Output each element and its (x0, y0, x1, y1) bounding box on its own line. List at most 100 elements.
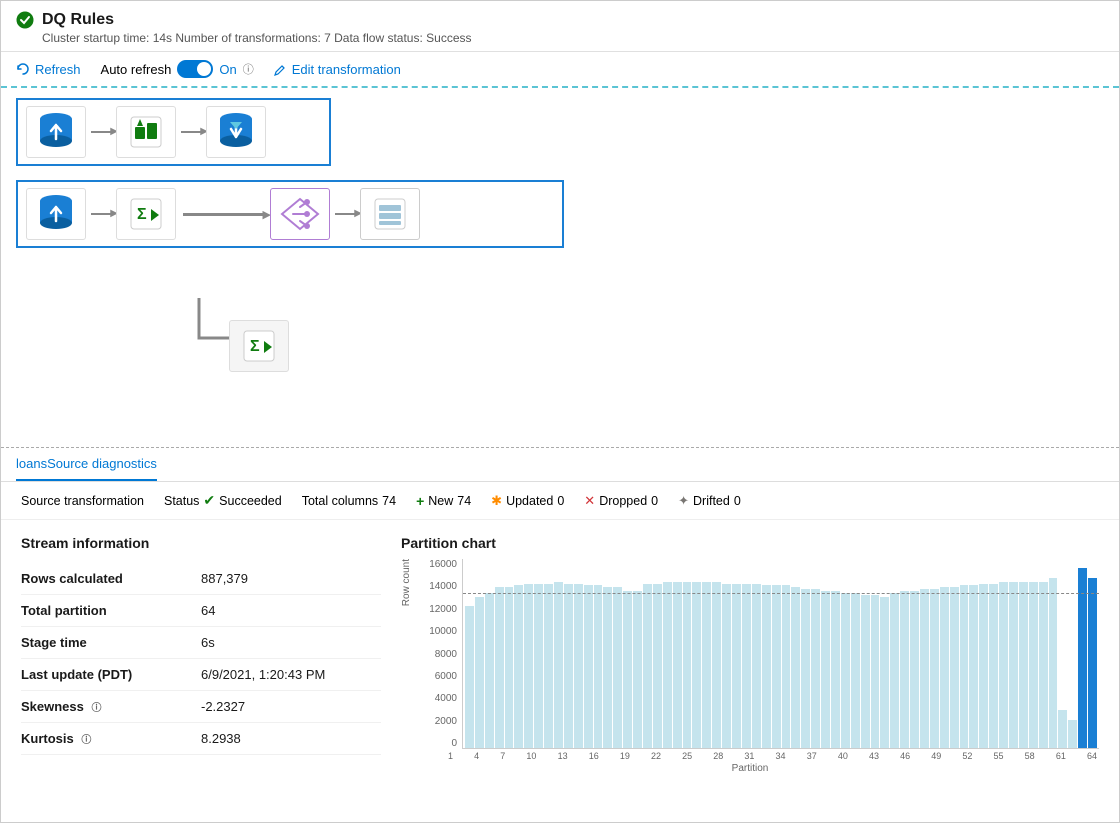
status-value: Succeeded (219, 494, 282, 508)
bar-11 (564, 584, 573, 748)
transform-node-icon (123, 109, 169, 155)
auto-refresh-toggle[interactable] (177, 60, 213, 78)
new-item: + New 74 (416, 493, 471, 509)
dropped-item: ✕ Dropped 0 (584, 493, 658, 509)
bar-15 (603, 587, 612, 748)
success-icon (16, 11, 34, 29)
drifted-item: ✦ Drifted 0 (678, 493, 741, 509)
y-axis-title-label: Row count (401, 559, 412, 606)
header-title-row: DQ Rules (16, 11, 1104, 29)
chart-area: Row count 16000 14000 12000 10000 8000 6… (401, 559, 1099, 749)
bar-23 (683, 582, 692, 748)
source-transformation-label: Source transformation (21, 494, 144, 508)
refresh-button[interactable]: Refresh (16, 62, 81, 77)
new-value: 74 (457, 494, 471, 508)
flow-node-aggregate[interactable]: Σ (116, 188, 176, 240)
bar-36 (811, 589, 820, 748)
flow-node-split[interactable] (270, 188, 330, 240)
y-label-12000: 12000 (429, 604, 457, 615)
info-row-skewness: Skewness ⓘ -2.2327 (21, 691, 381, 723)
branch-connector: Σ (179, 298, 259, 381)
new-label: New (428, 494, 453, 508)
bar-61 (1058, 710, 1067, 748)
total-columns-label: Total columns (302, 494, 378, 508)
bar-14 (594, 585, 603, 748)
stream-info-table: Rows calculated 887,379 Total partition … (21, 563, 381, 755)
y-label-2000: 2000 (435, 716, 457, 727)
flow-node-branch-aggregate[interactable]: Σ (229, 320, 289, 372)
bar-18 (633, 591, 642, 748)
bar-56 (1009, 582, 1018, 748)
refresh-icon (16, 62, 30, 76)
total-columns-value: 74 (382, 494, 396, 508)
dropped-label: Dropped (599, 494, 647, 508)
info-row-rows-calculated: Rows calculated 887,379 (21, 563, 381, 595)
toggle-state-label: On (219, 62, 236, 77)
bar-13 (584, 585, 593, 748)
bar-3 (485, 593, 494, 748)
bar-29 (742, 584, 751, 748)
bar-20 (653, 584, 662, 748)
kurtosis-info-icon[interactable]: ⓘ (81, 735, 91, 746)
info-row-total-partition: Total partition 64 (21, 595, 381, 627)
skewness-value: -2.2327 (201, 699, 245, 714)
svg-text:Σ: Σ (137, 206, 147, 223)
partition-chart-panel: Partition chart Row count 16000 14000 12… (401, 535, 1099, 807)
refresh-label: Refresh (35, 62, 81, 77)
toggle-info-icon: ⓘ (243, 61, 254, 77)
bar-8 (534, 584, 543, 748)
info-row-stage-time: Stage time 6s (21, 627, 381, 659)
flow-node-source-1[interactable] (26, 106, 86, 158)
drifted-icon: ✦ (678, 493, 689, 509)
bar-50 (950, 587, 959, 748)
flow-node-select[interactable] (360, 188, 420, 240)
bar-12 (574, 584, 583, 748)
y-axis: 16000 14000 12000 10000 8000 6000 4000 2… (417, 559, 462, 749)
bar-25 (702, 582, 711, 748)
stats-row: Source transformation Status ✔ Succeeded… (1, 482, 1119, 520)
bar-38 (831, 591, 840, 748)
chart-container: Row count 16000 14000 12000 10000 8000 6… (401, 559, 1099, 779)
bar-37 (821, 591, 830, 748)
dashed-reference-line (463, 593, 1099, 594)
flow-node-transform-1[interactable] (116, 106, 176, 158)
bar-31 (762, 585, 771, 748)
dropped-value: 0 (651, 494, 658, 508)
bar-5 (505, 587, 514, 748)
rows-calculated-value: 887,379 (201, 571, 248, 586)
bar-52 (969, 585, 978, 748)
page-title: DQ Rules (42, 11, 114, 29)
bar-24 (692, 582, 701, 748)
stream-info-title: Stream information (21, 535, 381, 551)
chart-bars (462, 559, 1099, 749)
source-node-2-icon (33, 191, 79, 237)
bar-19 (643, 584, 652, 748)
flow-node-sink-1[interactable] (206, 106, 266, 158)
arrow-4: ▶ (183, 213, 263, 216)
y-label-4000: 4000 (435, 693, 457, 704)
diagnostics-tab[interactable]: loansSource diagnostics (16, 448, 157, 481)
edit-icon (274, 63, 287, 76)
svg-text:Σ: Σ (250, 338, 260, 355)
arrow-3: ▶ (91, 213, 111, 215)
status-item: Status ✔ Succeeded (164, 492, 282, 509)
flow-node-source-2[interactable] (26, 188, 86, 240)
toolbar: Refresh Auto refresh On ⓘ Edit transform… (1, 52, 1119, 88)
bar-57 (1019, 582, 1028, 748)
flow-row-1: ▶ ▶ (16, 98, 331, 166)
edit-transformation-label: Edit transformation (292, 62, 401, 77)
stream-info-panel: Stream information Rows calculated 887,3… (21, 535, 381, 807)
new-icon: + (416, 493, 424, 509)
bar-30 (752, 584, 761, 748)
dropped-icon: ✕ (584, 493, 595, 509)
y-label-8000: 8000 (435, 649, 457, 660)
edit-transformation-button[interactable]: Edit transformation (274, 62, 401, 77)
bar-60 (1049, 578, 1058, 748)
y-label-0: 0 (451, 738, 457, 749)
source-node-icon (33, 109, 79, 155)
branch-aggregate-icon: Σ (236, 323, 282, 369)
bar-10 (554, 582, 563, 748)
flow-canvas: ▶ ▶ (1, 88, 1119, 448)
bar-21 (663, 582, 672, 748)
skewness-info-icon[interactable]: ⓘ (92, 703, 102, 714)
